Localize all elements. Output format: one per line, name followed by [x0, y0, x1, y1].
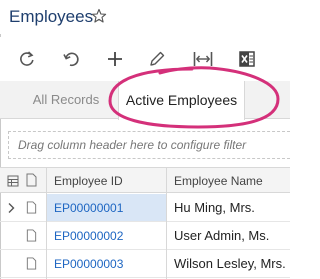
table-row[interactable]: EP00000002 User Admin, Ms. [0, 222, 290, 250]
employees-grid: Employee ID Employee Name EP00000001 Hu … [0, 167, 290, 279]
column-header-employee-name[interactable]: Employee Name [174, 174, 263, 188]
refresh-icon [20, 51, 34, 66]
filter-drop-zone[interactable]: Drag column header here to configure fil… [8, 131, 290, 159]
table-row[interactable]: EP00000001 Hu Ming, Mrs. [0, 194, 290, 222]
employee-id-link[interactable]: EP00000001 [54, 201, 123, 215]
toolbar [0, 37, 290, 81]
note-icon[interactable] [26, 229, 37, 242]
title-bar: Employees [0, 0, 290, 34]
employee-id-link[interactable]: EP00000002 [54, 229, 123, 243]
fit-columns-icon [193, 52, 213, 66]
star-icon[interactable] [91, 8, 107, 24]
column-separator [166, 168, 167, 194]
table-row[interactable]: EP00000003 Wilson Lesley, Mrs. [0, 250, 290, 278]
refresh-button[interactable] [16, 48, 38, 70]
tab-bar: All Records Active Employees [0, 81, 290, 120]
export-excel-button[interactable] [236, 48, 258, 70]
note-icon[interactable] [26, 201, 37, 214]
employee-id-link[interactable]: EP00000003 [54, 257, 123, 271]
header-note-icon [26, 173, 37, 192]
note-icon[interactable] [26, 257, 37, 270]
excel-icon [239, 51, 255, 67]
tab-active-employees[interactable]: Active Employees [118, 81, 245, 120]
pencil-icon [150, 51, 165, 66]
column-header-employee-id[interactable]: Employee ID [54, 174, 123, 188]
column-separator [46, 168, 47, 194]
column-separator [46, 194, 47, 279]
tab-all-records[interactable]: All Records [20, 81, 112, 119]
grid-header: Employee ID Employee Name [0, 167, 290, 194]
page-title: Employees [9, 7, 94, 26]
filter-placeholder: Drag column header here to configure fil… [18, 138, 247, 152]
grid-settings-icon[interactable] [7, 174, 19, 192]
current-row-arrow-icon [8, 203, 15, 213]
fit-columns-button[interactable] [192, 48, 214, 70]
employee-name-cell: Wilson Lesley, Mrs. [174, 256, 286, 271]
undo-button[interactable] [60, 48, 82, 70]
edit-button[interactable] [146, 48, 168, 70]
column-separator [166, 194, 167, 279]
undo-icon [63, 52, 79, 67]
employee-name-cell: Hu Ming, Mrs. [174, 200, 255, 215]
plus-icon [108, 52, 122, 66]
employee-name-cell: User Admin, Ms. [174, 228, 270, 243]
add-button[interactable] [104, 48, 126, 70]
